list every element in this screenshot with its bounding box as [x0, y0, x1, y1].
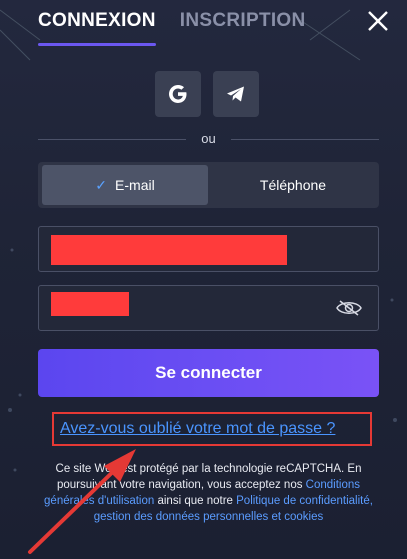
- method-phone-option[interactable]: Téléphone: [210, 165, 376, 205]
- social-login: [155, 71, 259, 117]
- telegram-login-button[interactable]: [213, 71, 259, 117]
- close-icon[interactable]: [363, 6, 393, 36]
- auth-tabs: CONNEXION INSCRIPTION: [38, 6, 306, 46]
- google-login-button[interactable]: [155, 71, 201, 117]
- method-email-option[interactable]: ✓ E-mail: [42, 165, 208, 205]
- eye-slash-icon[interactable]: [336, 299, 362, 317]
- check-icon: ✓: [95, 176, 108, 193]
- divider-line-right: [231, 139, 379, 140]
- redacted-password: [51, 292, 129, 316]
- telegram-icon: [227, 86, 244, 102]
- method-email-label: E-mail: [115, 177, 155, 193]
- method-phone-label: Téléphone: [259, 177, 327, 193]
- recaptcha-notice: Ce site Web est protégé par la technolog…: [38, 461, 379, 525]
- email-field[interactable]: [38, 226, 379, 272]
- redacted-email: [51, 235, 287, 265]
- tab-login[interactable]: CONNEXION: [38, 6, 156, 46]
- password-field[interactable]: [38, 285, 379, 331]
- login-button[interactable]: Se connecter: [38, 349, 379, 397]
- legal-text-2: ainsi que notre: [154, 495, 237, 507]
- google-icon: [169, 85, 187, 103]
- or-divider: ou: [38, 131, 379, 147]
- login-method-toggle: ✓ E-mail Téléphone: [38, 162, 379, 208]
- tab-register[interactable]: INSCRIPTION: [180, 6, 306, 46]
- forgot-password-link[interactable]: Avez-vous oublié votre mot de passe ?: [60, 420, 335, 438]
